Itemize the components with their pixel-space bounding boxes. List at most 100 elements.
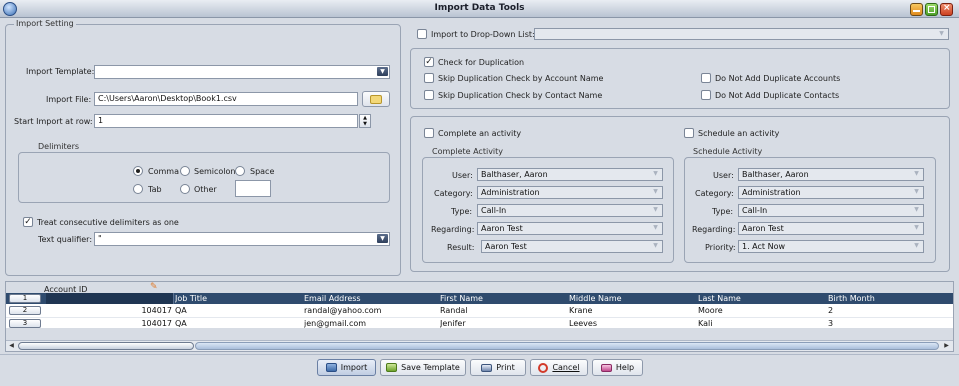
schedule-category-label: Category: [695,189,734,198]
no-dup-accounts-checkbox[interactable] [701,73,711,83]
dropdown-list-checkbox[interactable] [417,29,427,39]
complete-result-select[interactable]: Aaron Test ▼ [481,240,663,253]
schedule-activity-checkbox[interactable] [684,128,694,138]
edit-mapping-icon[interactable]: ✎ [150,283,159,292]
cell-first-name[interactable]: Jenifer [440,319,566,328]
complete-type-select[interactable]: Call-In ▼ [477,204,663,217]
schedule-user-value: Balthaser, Aaron [742,170,809,179]
column-header-first-name[interactable]: First Name [440,294,566,303]
help-icon [600,363,612,372]
cell-birth-month[interactable]: 3 [828,319,948,328]
space-radio[interactable] [235,166,245,176]
help-button[interactable]: Help [592,359,643,376]
schedule-type-select[interactable]: Call-In ▼ [738,204,924,217]
account-id-header-cell[interactable] [46,293,174,304]
complete-result-value: Aaron Test [485,242,527,251]
row-number-2[interactable]: 2 [9,306,41,315]
scroll-left-arrow[interactable]: ◀ [7,342,16,350]
other-radio[interactable] [180,184,190,194]
import-button[interactable]: Import [317,359,376,376]
chevron-down-icon: ▼ [653,206,658,213]
cell-last-name[interactable]: Kali [698,319,824,328]
import-template-select[interactable]: ▼ [94,65,390,79]
close-button[interactable]: × [940,3,953,16]
schedule-user-select[interactable]: Balthaser, Aaron ▼ [738,168,924,181]
cancel-button[interactable]: Cancel [530,359,588,376]
table-row[interactable]: 2 104017 QA randal@yahoo.com Randal Kran… [6,305,953,316]
tab-radio[interactable] [133,184,143,194]
complete-user-label: User: [452,171,473,180]
schedule-activity-title: Schedule Activity [691,147,765,156]
schedule-type-label: Type: [712,207,734,216]
check-duplication-checkbox[interactable]: ✓ [424,57,434,67]
scroll-thumb[interactable] [18,342,194,350]
column-header-email[interactable]: Email Address [304,294,434,303]
maximize-button[interactable] [925,3,938,16]
cell-account-id[interactable]: 104017 [46,319,174,328]
other-delimiter-input[interactable] [235,180,271,197]
row-number-1[interactable]: 1 [9,294,41,303]
column-header-middle-name[interactable]: Middle Name [569,294,695,303]
schedule-type-value: Call-In [742,206,768,215]
skip-account-checkbox[interactable] [424,73,434,83]
column-header-job-title[interactable]: Job Title [175,294,301,303]
window-title: Import Data Tools [434,3,525,13]
table-row[interactable]: 3 104017 QA jen@gmail.com Jenifer Leeves… [6,317,953,328]
cell-last-name[interactable]: Moore [698,306,824,315]
cancel-button-label: Cancel [552,363,580,372]
chevron-down-icon: ▼ [653,188,658,195]
complete-regarding-select[interactable]: Aaron Test ▼ [477,222,663,235]
schedule-user-label: User: [713,171,734,180]
schedule-regarding-select[interactable]: Aaron Test ▼ [738,222,924,235]
row-number-3[interactable]: 3 [9,319,41,328]
cell-middle-name[interactable]: Krane [569,306,695,315]
cell-job-title[interactable]: QA [175,306,301,315]
save-template-button[interactable]: Save Template [380,359,466,376]
column-header-last-name[interactable]: Last Name [698,294,824,303]
consecutive-delimiters-checkbox[interactable]: ✓ [23,217,33,227]
start-row-input[interactable]: 1 [94,114,358,128]
chevron-down-icon: ▼ [653,170,658,177]
dropdown-list-select[interactable]: ▼ [534,28,949,40]
complete-regarding-label: Regarding: [431,225,475,234]
complete-user-select[interactable]: Balthaser, Aaron ▼ [477,168,663,181]
start-row-spinner[interactable]: ▲ ▼ [359,114,371,128]
no-dup-accounts-label: Do Not Add Duplicate Accounts [715,74,841,83]
cell-email[interactable]: randal@yahoo.com [304,306,434,315]
chevron-down-icon: ▼ [914,224,919,231]
import-template-label: Import Template: [26,67,95,76]
cell-middle-name[interactable]: Leeves [569,319,695,328]
skip-contact-checkbox[interactable] [424,90,434,100]
complete-activity-title: Complete Activity [430,147,506,156]
complete-category-select[interactable]: Administration ▼ [477,186,663,199]
consecutive-delimiters-label: Treat consecutive delimiters as one [37,218,179,227]
cell-job-title[interactable]: QA [175,319,301,328]
cell-birth-month[interactable]: 2 [828,306,948,315]
minimize-button[interactable] [910,3,923,16]
print-button[interactable]: Print [470,359,526,376]
text-qualifier-select[interactable]: " ▼ [94,232,390,246]
scroll-right-arrow[interactable]: ▶ [942,342,951,350]
comma-radio[interactable] [133,166,143,176]
cell-email[interactable]: jen@gmail.com [304,319,434,328]
no-dup-contacts-checkbox[interactable] [701,90,711,100]
chevron-down-icon: ▼ [377,234,388,243]
schedule-regarding-value: Aaron Test [742,224,784,233]
column-header-birth-month[interactable]: Birth Month [828,294,948,303]
semicolon-radio[interactable] [180,166,190,176]
close-icon: × [943,3,951,13]
import-file-input[interactable]: C:\Users\Aaron\Desktop\Book1.csv [94,92,358,106]
schedule-priority-select[interactable]: 1. Act Now ▼ [738,240,924,253]
scroll-track-right[interactable] [195,342,939,350]
horizontal-scrollbar[interactable]: ◀ ▶ [6,340,953,351]
chevron-down-icon: ▼ [914,206,919,213]
delimiters-title: Delimiters [36,142,82,151]
complete-user-value: Balthaser, Aaron [481,170,548,179]
schedule-category-value: Administration [742,188,801,197]
browse-file-button[interactable] [362,91,390,107]
cancel-icon [538,362,549,373]
complete-activity-checkbox[interactable] [424,128,434,138]
cell-account-id[interactable]: 104017 [46,306,174,315]
cell-first-name[interactable]: Randal [440,306,566,315]
schedule-category-select[interactable]: Administration ▼ [738,186,924,199]
